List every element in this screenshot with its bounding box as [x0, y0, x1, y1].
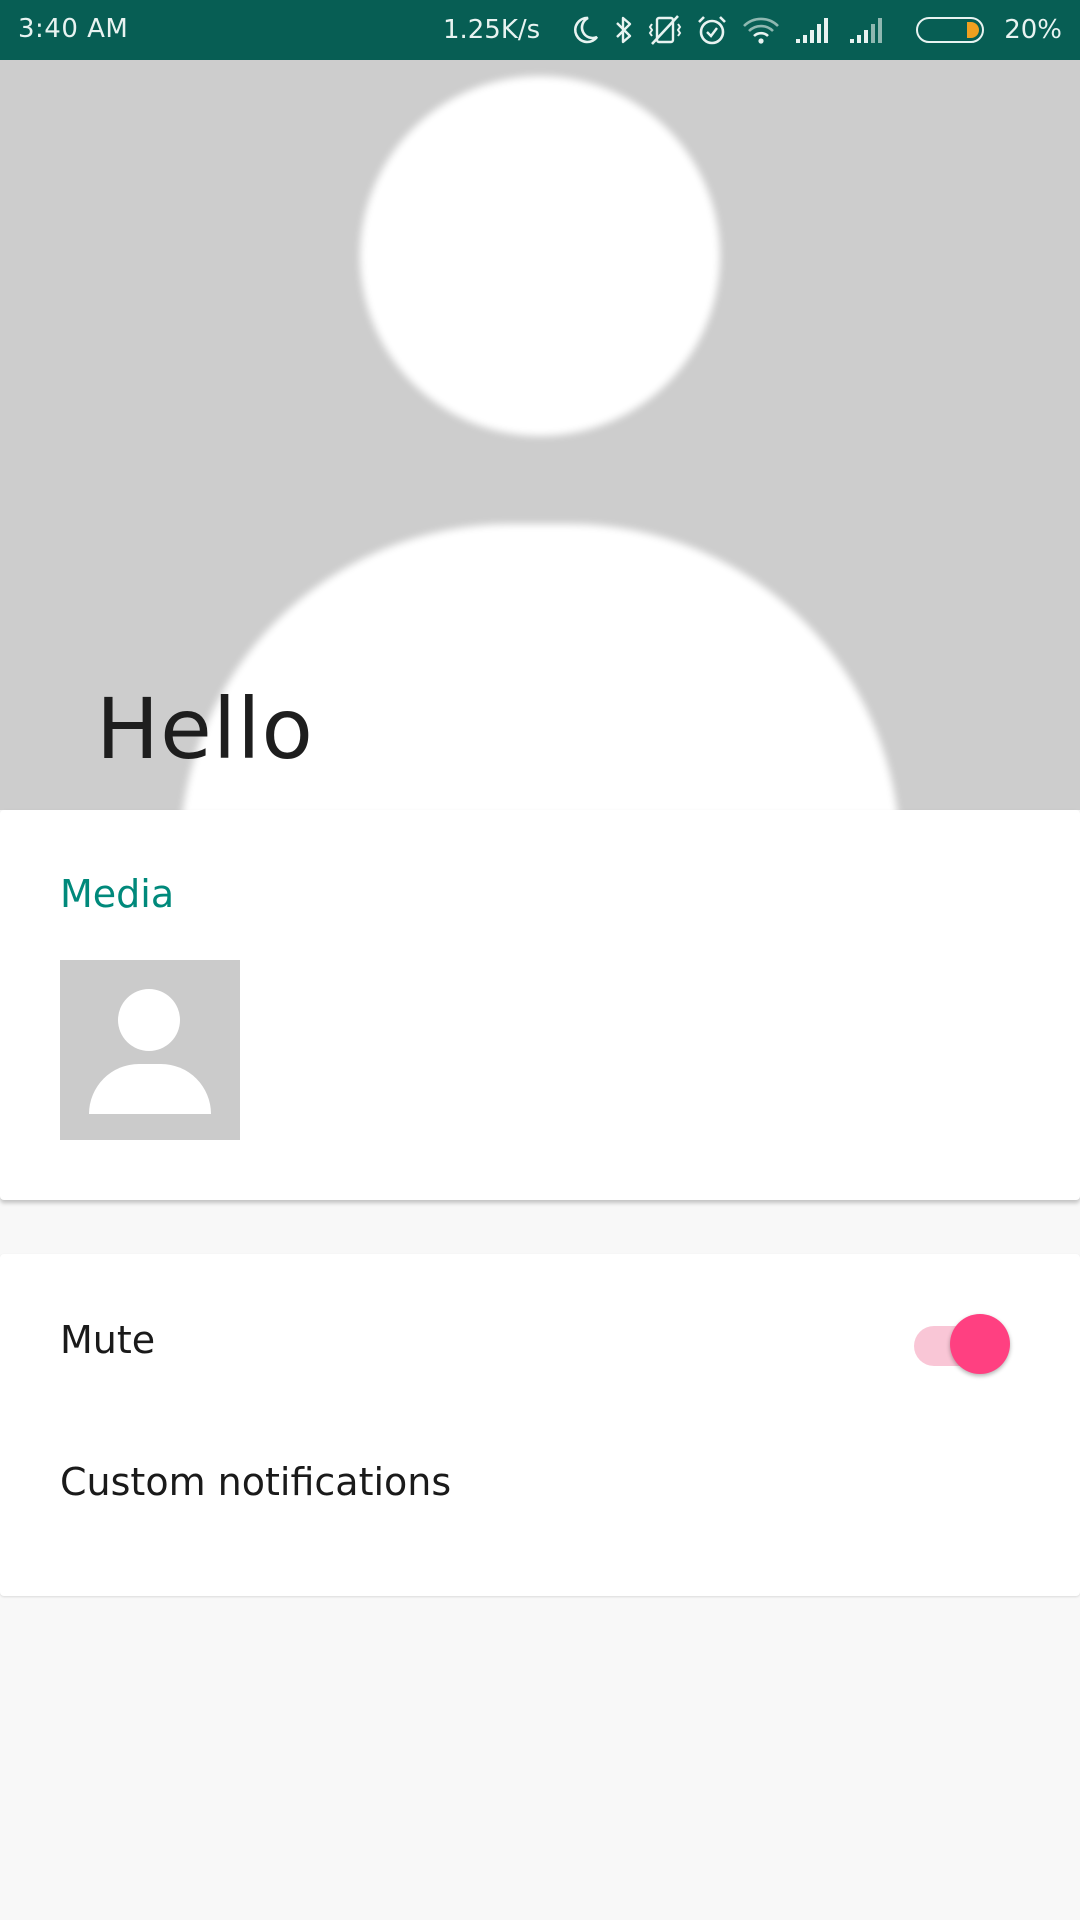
profile-header[interactable]: Hello — [0, 60, 1080, 810]
media-card: Media — [0, 810, 1080, 1200]
bluetooth-icon — [614, 14, 634, 46]
default-avatar-icon — [118, 989, 180, 1051]
profile-name: Hello — [96, 680, 314, 778]
battery-percent: 20% — [1004, 15, 1062, 45]
mute-label: Mute — [60, 1318, 156, 1362]
alarm-icon — [696, 14, 728, 46]
vibrate-off-icon — [648, 14, 682, 46]
settings-card: Mute Custom notifications — [0, 1254, 1080, 1596]
default-avatar-body — [89, 1064, 211, 1114]
mute-toggle-thumb — [950, 1314, 1010, 1374]
media-section-title: Media — [60, 872, 175, 916]
moon-icon — [572, 15, 600, 45]
avatar-head-shape — [360, 76, 720, 436]
signal-icon-2 — [848, 15, 888, 45]
battery-fill — [967, 22, 980, 38]
status-icons: 1.25K/s 20% — [443, 0, 1062, 60]
custom-notifications-label: Custom notifications — [60, 1460, 452, 1504]
media-thumbnail[interactable] — [60, 960, 240, 1140]
mute-toggle[interactable] — [912, 1310, 1012, 1374]
wifi-icon — [742, 15, 780, 45]
signal-icon — [794, 15, 834, 45]
network-speed: 1.25K/s — [442, 15, 541, 45]
battery-icon — [916, 17, 985, 43]
custom-notifications-row[interactable]: Custom notifications — [0, 1426, 1080, 1596]
status-time: 3:40 AM — [18, 14, 129, 44]
mute-row[interactable]: Mute — [0, 1254, 1080, 1424]
status-bar: 3:40 AM 1.25K/s 20% — [0, 0, 1080, 60]
